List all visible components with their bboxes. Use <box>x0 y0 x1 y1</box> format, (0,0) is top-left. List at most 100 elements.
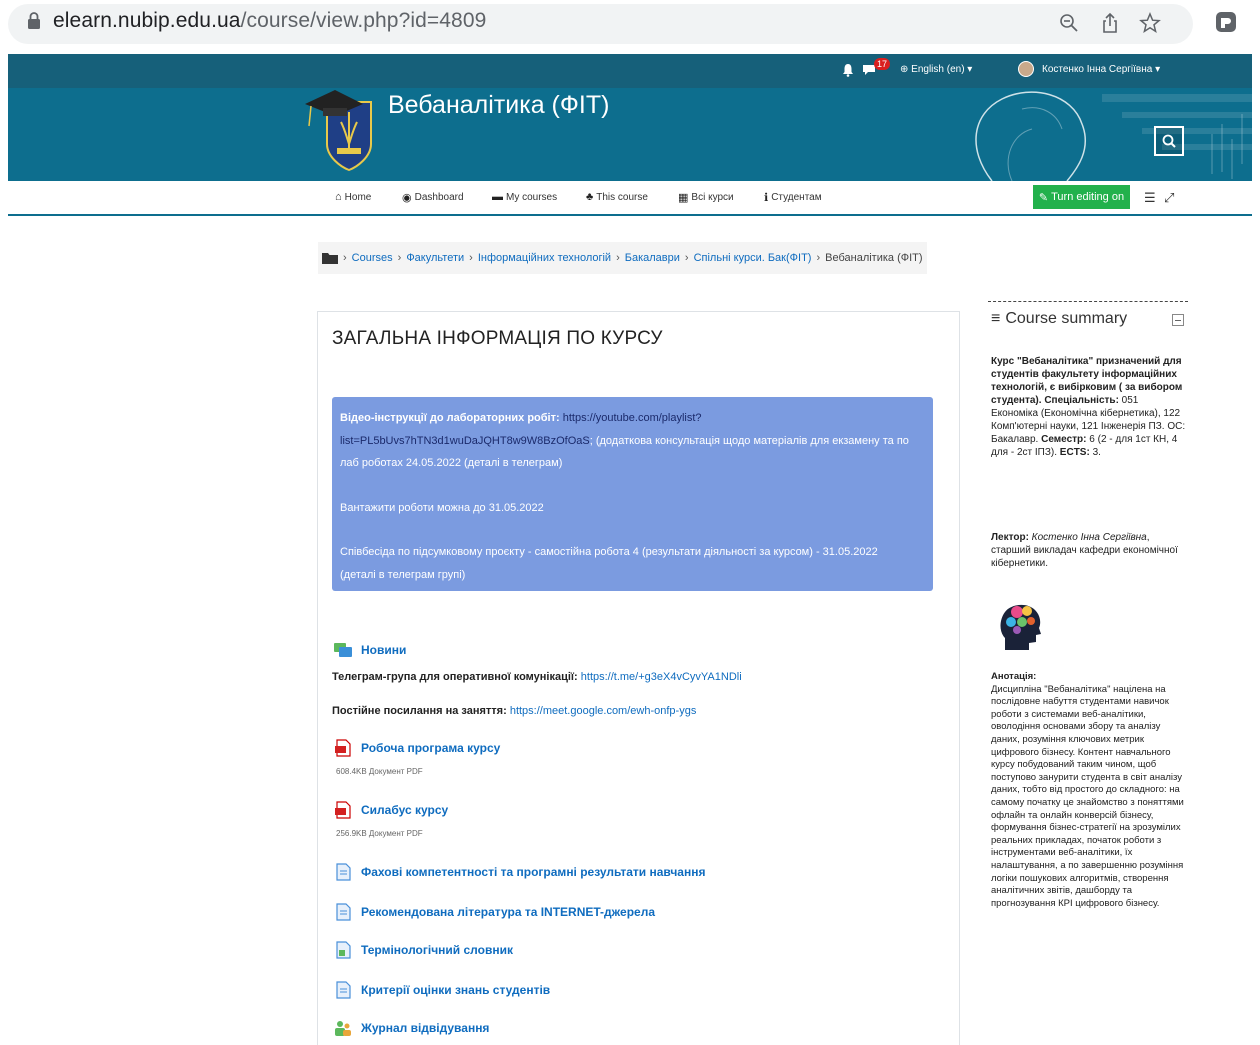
page-icon <box>336 863 351 881</box>
activity-literature[interactable]: Рекомендована література та INTERNET-дже… <box>333 902 655 922</box>
course-title: Вебаналітика (ФІТ) <box>388 91 610 119</box>
user-menu[interactable]: Костенко Інна Сергіївна ▾ <box>1042 64 1160 75</box>
brain-head-image <box>1000 604 1041 650</box>
menu-item-all-courses[interactable]: ▦ Всі курси <box>678 191 734 204</box>
lock-icon <box>28 12 40 29</box>
activity-link[interactable]: Журнал відвідування <box>361 1021 489 1035</box>
telegram-label: Телеграм-група для оперативної комунікац… <box>332 671 578 683</box>
activity-competences[interactable]: Фахові компетентності та програмні резул… <box>333 862 705 882</box>
menu-item-label: My courses <box>506 191 558 203</box>
ects-label: ECTS: <box>1059 447 1090 458</box>
speciality-label: Спеціальність: <box>1044 395 1119 406</box>
file-meta: 608.4KB Документ PDF <box>336 767 423 776</box>
collapse-block-button[interactable] <box>1172 314 1184 326</box>
forum-icon <box>334 643 352 657</box>
course-header-banner <box>8 88 1252 181</box>
menu-item-label: Всі курси <box>691 192 734 203</box>
breadcrumb-courses[interactable]: Courses <box>352 252 393 264</box>
breadcrumb-separator: › <box>816 252 821 264</box>
breadcrumb: › Courses › Факультети › Інформаційних т… <box>318 242 927 274</box>
course-summary-header: ≡ Course summary <box>991 310 1127 328</box>
telegram-link[interactable]: https://t.me/+g3eX4vCyvYA1NDli <box>581 671 742 683</box>
activity-syllabus[interactable]: Силабус курсу <box>333 800 448 820</box>
activity-program[interactable]: Робоча програма курсу <box>333 738 500 758</box>
activity-news[interactable]: Новини <box>333 640 406 660</box>
menu-item-label: Dashboard <box>414 192 464 203</box>
home-icon: ⌂ <box>335 191 342 203</box>
activity-link[interactable]: Рекомендована література та INTERNET-дже… <box>361 905 655 919</box>
notice-box: Відео-інструкції до лабораторних робіт: … <box>332 397 933 591</box>
breadcrumb-bachelors[interactable]: Бакалаври <box>625 252 680 264</box>
bookmark-star-icon[interactable] <box>1137 10 1163 36</box>
breadcrumb-it-faculty[interactable]: Інформаційних технологій <box>478 252 611 264</box>
video-link-cont[interactable]: list=PL5bUvs7hTN3d1wuDaJQHT8w9W8BzOfOaS <box>340 435 590 447</box>
activity-glossary[interactable]: Термінологічний словник <box>333 940 513 960</box>
url-host: elearn.nubip.edu.ua <box>53 9 241 32</box>
breadcrumb-faculties[interactable]: Факультети <box>406 252 464 264</box>
sitemap-icon: ♣ <box>586 191 594 203</box>
menu-item-my-courses[interactable]: ▬ My courses <box>492 191 557 203</box>
activity-link[interactable]: Фахові компетентності та програмні резул… <box>361 865 705 879</box>
page-icon <box>336 903 351 921</box>
activity-link[interactable]: Критерії оцінки знань студентів <box>361 983 550 997</box>
avatar[interactable] <box>1018 61 1034 77</box>
menu-item-home[interactable]: ⌂ Home <box>335 191 371 203</box>
breadcrumb-current: Вебаналітика (ФІТ) <box>825 252 923 264</box>
url-text[interactable]: elearn.nubip.edu.ua/course/view.php?id=4… <box>53 9 486 33</box>
meet-link[interactable]: https://meet.google.com/ewh-onfp-ygs <box>510 705 696 717</box>
lector-label: Лектор: <box>991 532 1029 543</box>
video-label: Відео-інструкції до лабораторних робіт: <box>340 412 560 424</box>
menu-item-this-course[interactable]: ♣ This course <box>586 191 648 203</box>
breadcrumb-shared-courses[interactable]: Спільні курси. Бак(ФІТ) <box>694 252 812 264</box>
header-decoration <box>975 91 1252 181</box>
glossary-icon <box>336 941 351 959</box>
menu-item-label: Home <box>344 191 372 203</box>
share-icon[interactable] <box>1097 10 1123 36</box>
turn-editing-on-button[interactable]: ✎ Turn editing on <box>1033 185 1130 209</box>
interview-line-1: Співбесіда по підсумковому проєкту - сам… <box>340 546 878 558</box>
activity-link[interactable]: Новини <box>361 643 406 657</box>
notification-bell-icon[interactable] <box>842 63 854 77</box>
breadcrumb-separator: › <box>616 252 620 264</box>
edit-button-label: Turn editing on <box>1051 191 1125 203</box>
annotation: Анотація: Дисципліна "Вебаналітика" наці… <box>991 671 1187 910</box>
info-icon: ℹ <box>764 192 769 204</box>
lector-info: Лектор: Костенко Інна Сергіївна, старший… <box>991 531 1187 570</box>
activity-attendance[interactable]: Журнал відвідування <box>333 1018 489 1038</box>
breadcrumb-separator: › <box>469 252 473 264</box>
semester-label: Семестр: <box>1041 434 1087 445</box>
search-button[interactable] <box>1154 126 1184 156</box>
annotation-label: Анотація: <box>991 671 1037 682</box>
university-logo[interactable] <box>305 82 375 172</box>
dashboard-icon: ◉ <box>402 192 412 204</box>
video-link[interactable]: https://youtube.com/playlist? <box>563 412 702 424</box>
breadcrumb-separator: › <box>397 252 402 264</box>
video-after-2: лаб роботах 24.05.2022 (деталі в телегра… <box>340 457 563 469</box>
menu-item-dashboard[interactable]: ◉ Dashboard <box>402 191 464 204</box>
browser-toolbar: elearn.nubip.edu.ua/course/view.php?id=4… <box>0 0 1260 48</box>
file-meta: 256.9KB Документ PDF <box>336 829 423 838</box>
block-title: Course summary <box>1005 310 1128 327</box>
language-menu[interactable]: ⊕ English (en) ▾ <box>900 64 972 75</box>
zoom-icon[interactable] <box>1056 10 1082 36</box>
fullscreen-icon[interactable]: ⤢ <box>1164 190 1174 206</box>
extension-icon[interactable] <box>1214 10 1238 34</box>
pdf-icon <box>335 801 351 819</box>
section-title: ЗАГАЛЬНА ІНФОРМАЦІЯ ПО КУРСУ <box>332 328 663 349</box>
annotation-text: Дисципліна "Вебаналітика" націлена на по… <box>991 683 1184 909</box>
folder-icon[interactable] <box>322 252 338 264</box>
lector-name: Костенко Інна Сергіївна <box>1028 532 1147 543</box>
blocks-toggle-icon[interactable]: ☰ <box>1144 190 1156 206</box>
upload-deadline: Вантажити роботи можна до 31.05.2022 <box>340 501 544 514</box>
menu-item-label: This course <box>596 191 648 203</box>
activity-link[interactable]: Термінологічний словник <box>361 943 513 957</box>
list-icon: ≡ <box>991 310 1001 327</box>
attendance-icon <box>335 1021 351 1036</box>
activity-link[interactable]: Робоча програма курсу <box>361 741 500 755</box>
activity-link[interactable]: Силабус курсу <box>361 803 448 817</box>
meet-label: Постійне посилання на заняття: <box>332 705 507 717</box>
block-divider <box>988 301 1188 302</box>
menu-item-students[interactable]: ℹ Студентам <box>764 191 822 204</box>
activity-criteria[interactable]: Критерії оцінки знань студентів <box>333 980 550 1000</box>
interview-line-2: (деталі в телеграм групі) <box>340 568 466 581</box>
